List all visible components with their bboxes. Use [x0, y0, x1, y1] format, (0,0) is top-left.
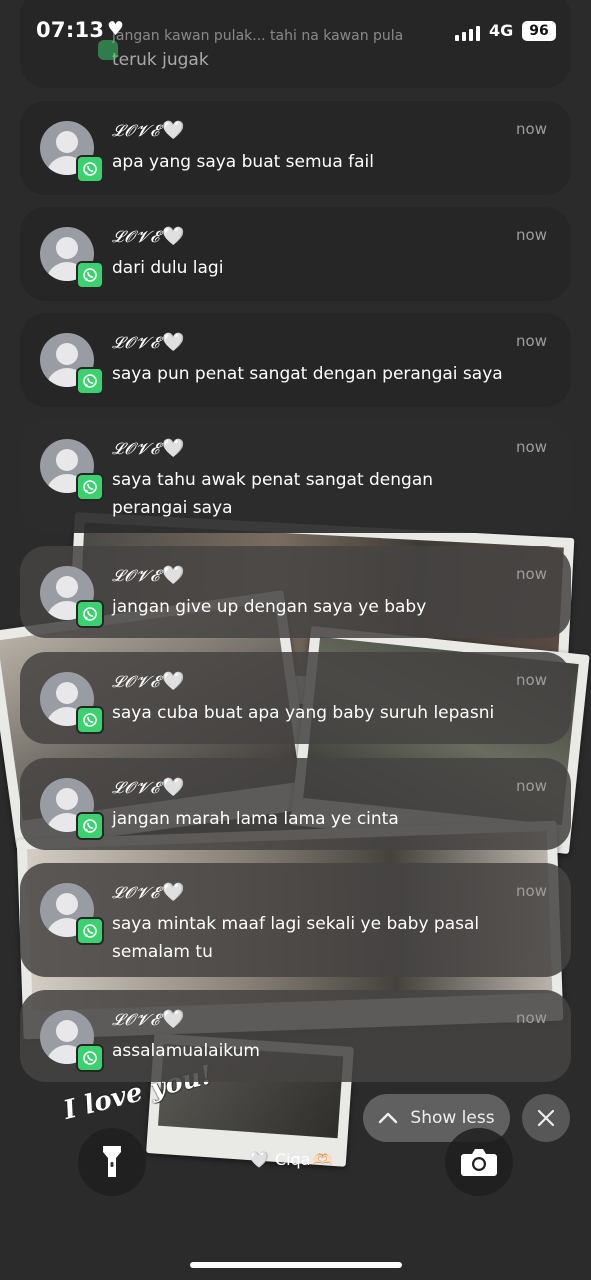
notification-message: dari dulu lagi: [112, 258, 224, 278]
notification-sender: 𝓛𝓞𝓥𝓔 🤍: [112, 671, 186, 692]
notification-card[interactable]: 𝓛𝓞𝓥𝓔 🤍 now saya pun penat sangat dengan p…: [20, 313, 571, 407]
whatsapp-icon: [76, 917, 104, 945]
clear-notifications-button[interactable]: [522, 1094, 570, 1142]
notification-message: apa yang saya buat semua fail: [112, 152, 375, 172]
owner-emoji: 🫶🏻: [312, 1150, 333, 1169]
lockscreen-owner-label: 🤍 Ciqa 🫶🏻: [249, 1150, 332, 1169]
whatsapp-icon: [76, 155, 104, 183]
notification-time: now: [516, 438, 547, 456]
notification-time: now: [516, 777, 547, 795]
camera-button[interactable]: [445, 1128, 513, 1196]
network-type: 4G: [489, 21, 514, 40]
notification-card[interactable]: 𝓛𝓞𝓥𝓔 🤍 now assalamualaikum: [20, 990, 571, 1082]
notification-card[interactable]: 𝓛𝓞𝓥𝓔 🤍 now jangan marah lama lama ye cint…: [20, 758, 571, 850]
notification-card[interactable]: 𝓛𝓞𝓥𝓔 🤍 now saya tahu awak penat sangat de…: [20, 419, 571, 533]
notification-time: now: [516, 882, 547, 900]
notification-stack: jangan kawan pulak... tahi na kawan pula…: [0, 0, 591, 1280]
home-indicator[interactable]: [190, 1262, 402, 1268]
flashlight-icon: [103, 1146, 121, 1177]
whatsapp-icon: [76, 600, 104, 628]
notification-sender: 𝓛𝓞𝓥𝓔 🤍: [112, 882, 186, 903]
whatsapp-icon: [76, 812, 104, 840]
battery-indicator: 96: [522, 21, 556, 41]
notification-message: saya mintak maaf lagi sekali ye baby pas…: [112, 914, 480, 962]
chevron-up-icon: [379, 1112, 398, 1124]
signal-icon: [455, 23, 483, 41]
notification-card[interactable]: 𝓛𝓞𝓥𝓔 🤍 now saya cuba buat apa yang baby s…: [20, 652, 571, 744]
notification-message: saya tahu awak penat sangat dengan peran…: [112, 470, 434, 518]
notification-message: saya pun penat sangat dengan perangai sa…: [112, 364, 503, 384]
notification-time: now: [516, 671, 547, 689]
camera-icon: [461, 1149, 497, 1176]
notification-message: saya cuba buat apa yang baby suruh lepas…: [112, 703, 495, 723]
focus-heart-icon: ♥: [107, 18, 125, 40]
whatsapp-icon: [76, 1044, 104, 1072]
lockscreen-bottom-controls: Show less 🤍 Ciqa 🫶🏻: [0, 1090, 591, 1280]
notification-sender: 𝓛𝓞𝓥𝓔 🤍: [112, 226, 186, 247]
whatsapp-icon: [76, 473, 104, 501]
notification-sender: 𝓛𝓞𝓥𝓔 🤍: [112, 120, 186, 141]
notification-card[interactable]: 𝓛𝓞𝓥𝓔 🤍 now jangan give up dengan saya ye …: [20, 546, 571, 638]
notification-sender: 𝓛𝓞𝓥𝓔 🤍: [112, 1009, 186, 1030]
notification-time: now: [516, 120, 547, 138]
notification-message: jangan marah lama lama ye cinta: [112, 809, 399, 829]
whatsapp-icon: [76, 706, 104, 734]
notification-message: jangan give up dengan saya ye baby: [112, 597, 427, 617]
notification-sender: 𝓛𝓞𝓥𝓔 🤍: [112, 332, 186, 353]
notification-time: now: [516, 565, 547, 583]
owner-heart-icon: 🤍: [249, 1150, 269, 1169]
owner-name: Ciqa: [274, 1150, 311, 1169]
notification-sender: 𝓛𝓞𝓥𝓔 🤍: [112, 565, 186, 586]
whatsapp-icon: [76, 367, 104, 395]
notification-message: assalamualaikum: [112, 1041, 260, 1061]
flashlight-button[interactable]: [78, 1128, 146, 1196]
notification-sender: 𝓛𝓞𝓥𝓔 🤍: [112, 777, 186, 798]
show-less-label: Show less: [410, 1108, 495, 1128]
notification-card[interactable]: 𝓛𝓞𝓥𝓔 🤍 now dari dulu lagi: [20, 207, 571, 301]
close-icon: [537, 1109, 555, 1127]
status-time: 07:13: [36, 18, 105, 42]
notification-time: now: [516, 332, 547, 350]
notification-card[interactable]: 𝓛𝓞𝓥𝓔 🤍 now apa yang saya buat semua fail: [20, 101, 571, 195]
status-bar: 07:13 ♥ 4G 96: [0, 0, 591, 64]
notification-card[interactable]: 𝓛𝓞𝓥𝓔 🤍 now saya mintak maaf lagi sekali y…: [20, 863, 571, 977]
notification-time: now: [516, 226, 547, 244]
whatsapp-icon: [76, 261, 104, 289]
notification-sender: 𝓛𝓞𝓥𝓔 🤍: [112, 438, 186, 459]
notification-time: now: [516, 1009, 547, 1027]
